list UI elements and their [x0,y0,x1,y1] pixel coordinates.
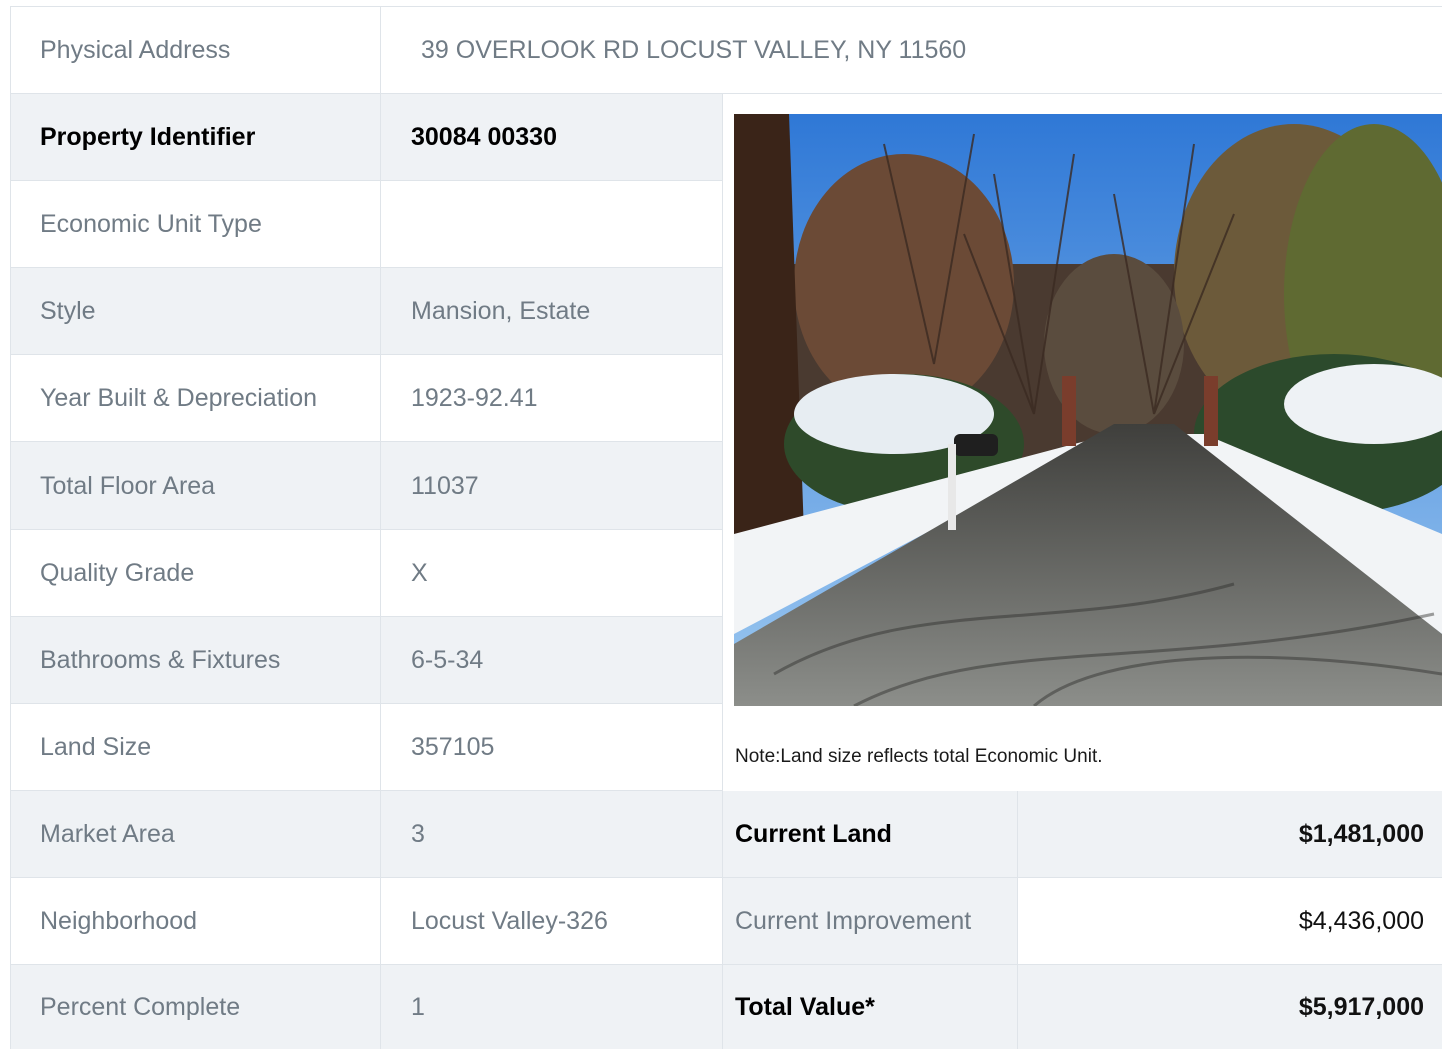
table-row-label: Style [10,268,381,355]
table-row-value: 30084 00330 [381,94,722,181]
row-divider [10,93,1442,94]
table-row-label: Quality Grade [10,530,381,617]
table-row-label: Percent Complete [10,965,381,1049]
row-divider [10,877,1442,878]
column-divider [722,94,723,1049]
table-row-value: 1923-92.41 [381,355,722,442]
table-row-value: 11037 [381,442,722,530]
row-divider [10,267,722,268]
row-divider [10,964,1442,965]
table-row-value: 6-5-34 [381,617,722,704]
column-divider [1017,791,1018,1049]
table-row-value: 1 [381,965,722,1049]
table-row-value: 357105 [381,704,722,791]
value-row-amount: $5,917,000 [1017,965,1442,1049]
row-divider [10,529,722,530]
table-row-value: Mansion, Estate [381,268,722,355]
table-row-label: Neighborhood [10,878,381,965]
table-row-label: Land Size [10,704,381,791]
property-photo-image [734,114,1442,706]
table-row-label: Year Built & Depreciation [10,355,381,442]
column-divider [10,6,11,1049]
value-row-label: Current Land [722,791,1017,878]
row-divider [10,441,722,442]
row-divider [10,703,722,704]
address-value-cell: 39 OVERLOOK RD LOCUST VALLEY, NY 11560 [381,6,1442,94]
value-row-label: Current Improvement [722,878,1017,965]
table-row-value: X [381,530,722,617]
row-divider [10,616,722,617]
address-value: 39 OVERLOOK RD LOCUST VALLEY, NY 11560 [421,35,967,64]
property-photo [734,114,1442,706]
top-border [10,6,1442,7]
value-row-amount: $1,481,000 [1017,791,1442,878]
row-divider [10,180,722,181]
table-row-label: Property Identifier [10,94,381,181]
table-row-label: Economic Unit Type [10,181,381,268]
table-row-value [381,181,722,268]
value-row-amount: $4,436,000 [1017,878,1442,965]
address-label: Physical Address [40,35,231,64]
column-divider [380,6,381,1049]
row-divider [10,354,722,355]
row-divider [10,790,722,791]
value-row-label: Total Value* [722,965,1017,1049]
table-row-label: Total Floor Area [10,442,381,530]
table-row-label: Bathrooms & Fixtures [10,617,381,704]
land-size-note: Note:Land size reflects total Economic U… [735,746,1103,767]
address-label-cell: Physical Address [10,6,381,94]
table-row-value: 3 [381,791,722,878]
table-row-value: Locust Valley-326 [381,878,722,965]
table-row-label: Market Area [10,791,381,878]
